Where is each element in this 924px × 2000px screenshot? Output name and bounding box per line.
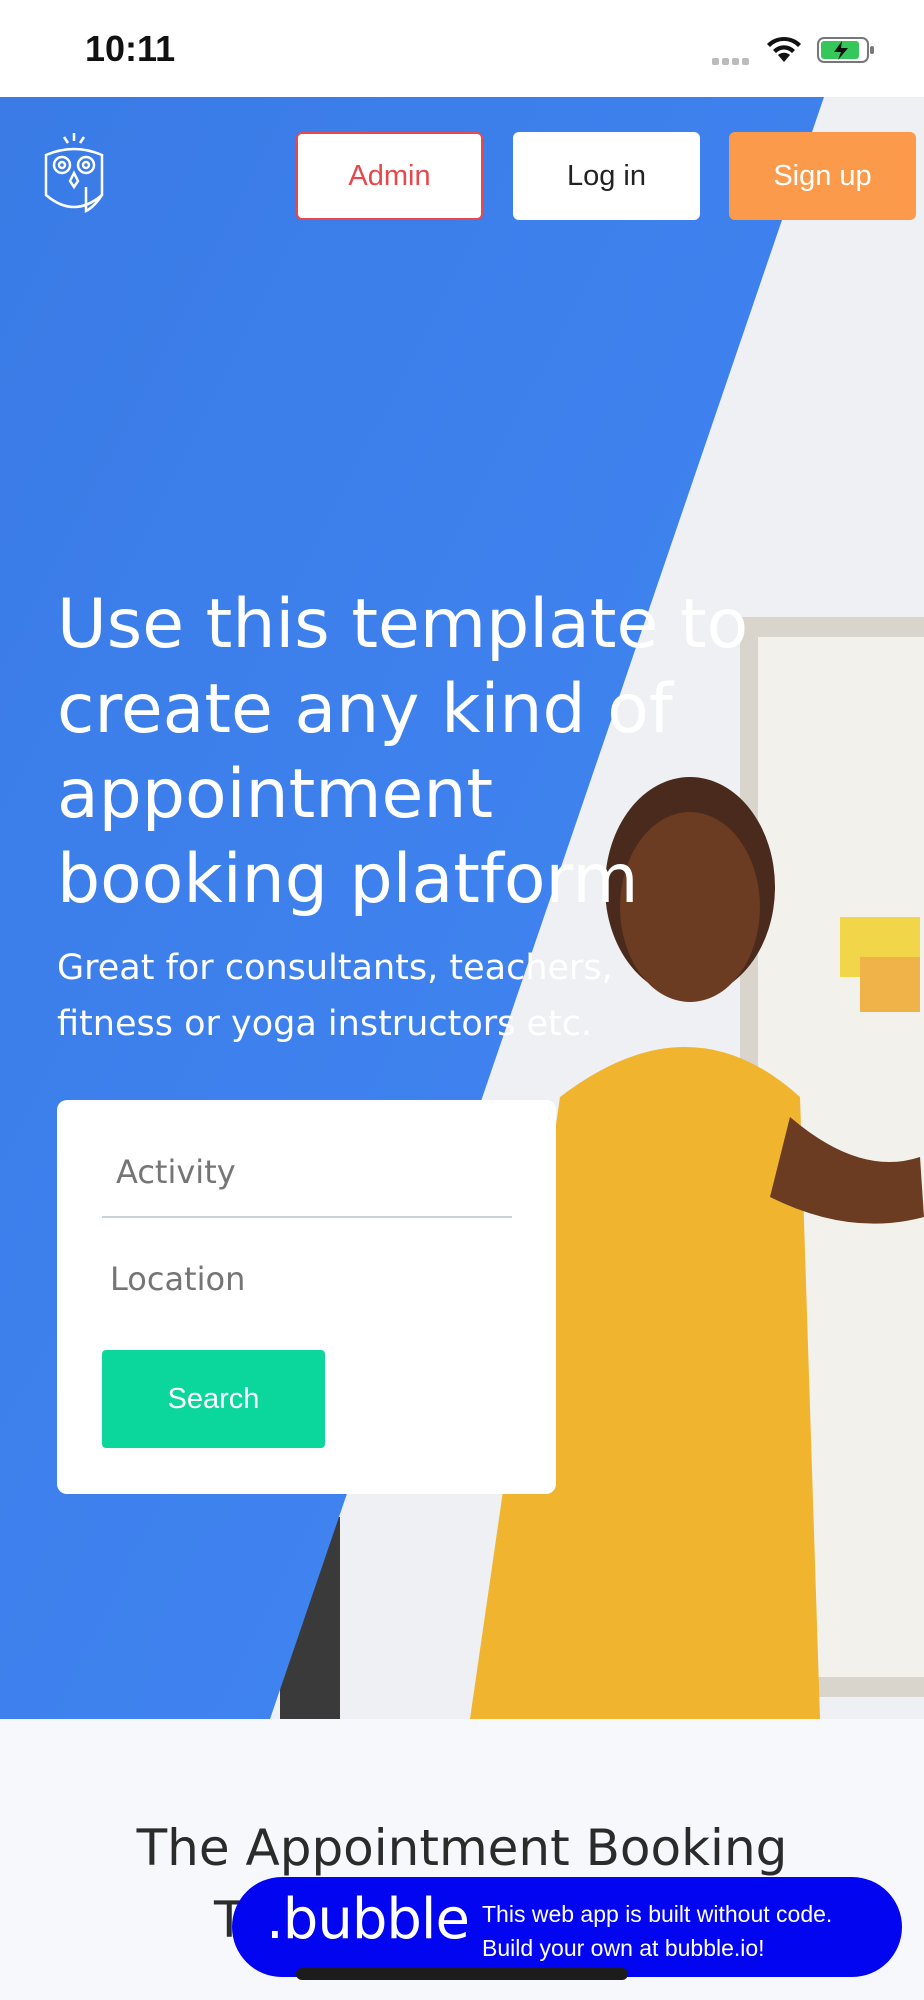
status-time: 10:11 <box>85 28 176 69</box>
status-bar: 10:11 <box>0 0 924 97</box>
bubble-badge[interactable]: .bubble This web app is built without co… <box>232 1877 902 1977</box>
login-button[interactable]: Log in <box>513 132 700 220</box>
wifi-icon <box>767 36 801 62</box>
activity-input[interactable] <box>102 1128 512 1218</box>
battery-icon <box>817 37 874 63</box>
signup-button[interactable]: Sign up <box>729 132 916 220</box>
bubble-badge-line1: This web app is built without code. <box>482 1901 833 1927</box>
bubble-badge-text: This web app is built without code. Buil… <box>482 1897 832 1965</box>
bubble-badge-line2: Build your own at bubble.io! <box>482 1935 765 1961</box>
section-title: The Appointment Booking <box>136 1819 788 1877</box>
search-card: Search <box>57 1100 556 1494</box>
owl-logo-icon[interactable] <box>40 129 108 217</box>
cellular-signal-icon <box>712 52 756 65</box>
admin-button[interactable]: Admin <box>296 132 483 220</box>
bubble-logo: .bubble <box>266 1887 470 1952</box>
location-input[interactable] <box>102 1238 512 1320</box>
hero-section: Admin Log in Sign up Use this template t… <box>0 97 924 1719</box>
home-indicator[interactable] <box>296 1968 628 1980</box>
hero-headline: Use this template to create any kind of … <box>57 585 749 919</box>
hero-subline: Great for consultants, teachers, fitness… <box>57 948 613 1044</box>
search-button[interactable]: Search <box>102 1350 325 1448</box>
